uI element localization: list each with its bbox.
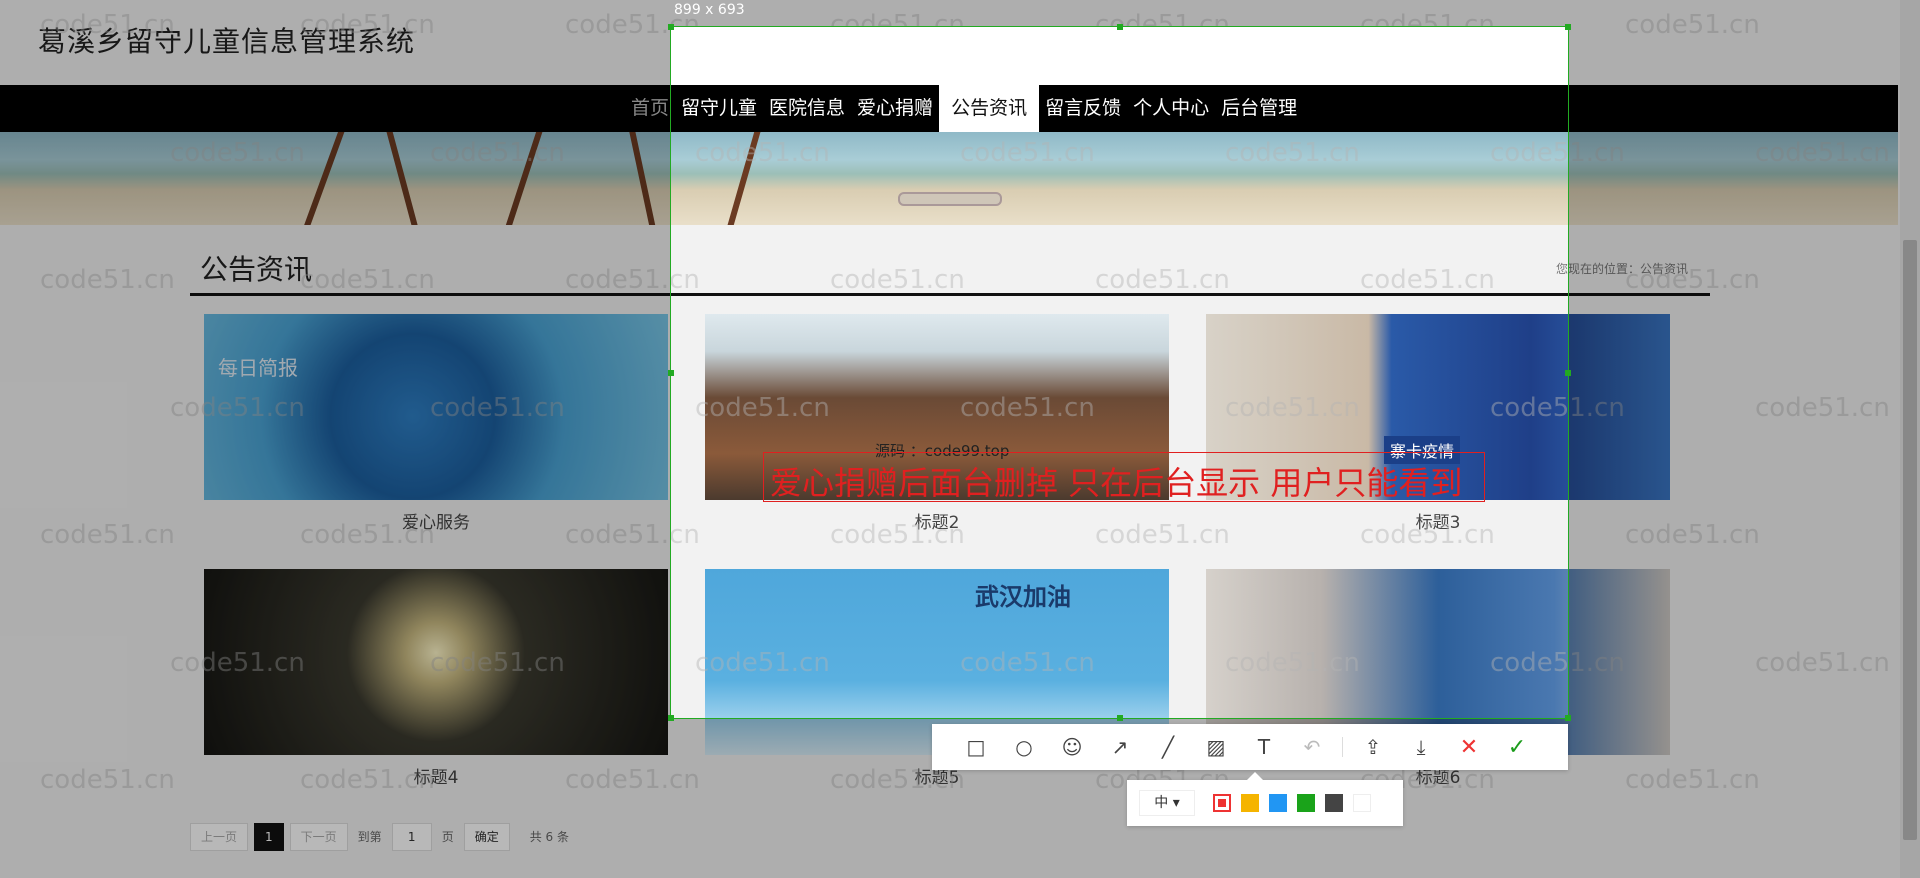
subbar-notch — [1247, 772, 1263, 780]
capture-blank-region — [671, 27, 1568, 85]
color-swatch-blue[interactable] — [1269, 794, 1287, 812]
toolbar-divider — [1342, 737, 1343, 757]
resize-handle[interactable] — [1117, 715, 1123, 721]
resize-handle[interactable] — [668, 24, 674, 30]
color-swatch-red[interactable] — [1213, 794, 1231, 812]
confirm-icon[interactable]: ✓ — [1493, 724, 1541, 770]
capture-selection[interactable] — [668, 24, 1571, 721]
rect-icon[interactable]: □ — [952, 724, 1000, 770]
resize-handle[interactable] — [668, 370, 674, 376]
resize-handle[interactable] — [668, 715, 674, 721]
pen-icon[interactable]: ╱ — [1144, 724, 1192, 770]
screenshot-toolbar: □ ○ ☺ ↗ ╱ ▨ T ↶ ⇪ ⤓ ✕ ✓ — [932, 724, 1568, 770]
blur-icon[interactable]: ▨ — [1192, 724, 1240, 770]
undo-icon[interactable]: ↶ — [1288, 724, 1336, 770]
text-style-subbar: 中 ▾ — [1127, 772, 1403, 826]
text-icon[interactable]: T — [1240, 724, 1288, 770]
annotation-text[interactable]: 爱心捐赠后面台删掉 只在后台显示 用户只能看到 — [770, 458, 1462, 504]
circle-icon[interactable]: ○ — [1000, 724, 1048, 770]
color-swatch-yellow[interactable] — [1241, 794, 1259, 812]
resize-handle[interactable] — [1565, 715, 1571, 721]
mosaic-emoji-icon[interactable]: ☺ — [1048, 724, 1096, 770]
cancel-icon[interactable]: ✕ — [1445, 724, 1493, 770]
screenshot-dim-overlay — [1569, 26, 1920, 878]
color-swatch-gray[interactable] — [1325, 794, 1343, 812]
capture-size-label: 899 x 693 — [674, 2, 745, 18]
color-swatch-green[interactable] — [1297, 794, 1315, 812]
arrow-icon[interactable]: ↗ — [1096, 724, 1144, 770]
font-size-value: 中 — [1154, 795, 1169, 811]
color-swatch-white[interactable] — [1353, 794, 1371, 812]
screenshot-dim-overlay — [0, 26, 670, 878]
screenshot-dim-overlay — [0, 0, 1920, 26]
font-size-select[interactable]: 中 ▾ — [1139, 790, 1195, 816]
download-icon[interactable]: ⤓ — [1397, 724, 1445, 770]
resize-handle[interactable] — [1117, 24, 1123, 30]
share-icon[interactable]: ⇪ — [1349, 724, 1397, 770]
resize-handle[interactable] — [1565, 24, 1571, 30]
resize-handle[interactable] — [1565, 370, 1571, 376]
